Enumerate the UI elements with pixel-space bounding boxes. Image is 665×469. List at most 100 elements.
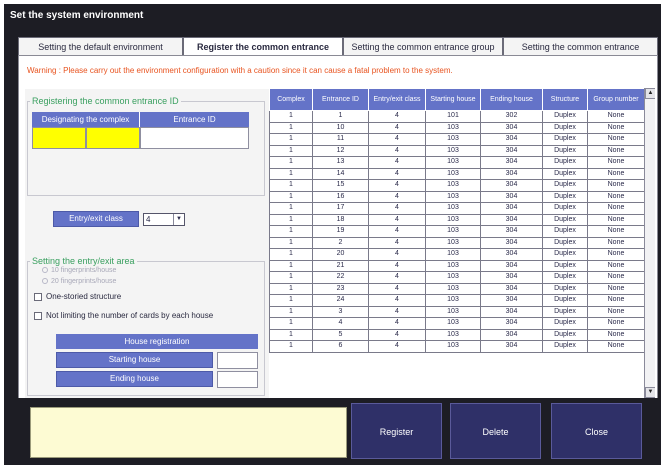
table-cell: None	[587, 248, 645, 261]
column-header-complex[interactable]: Complex	[269, 88, 313, 111]
table-row[interactable]: 1 22 4 103 304 Duplex None	[269, 271, 645, 284]
table-cell: 15	[312, 179, 369, 192]
table-cell: 1	[269, 168, 313, 180]
table-row[interactable]: 1 13 4 103 304 Duplex None	[269, 156, 645, 169]
table-row[interactable]: 1 3 4 103 304 Duplex None	[269, 306, 645, 318]
delete-button[interactable]: Delete	[450, 403, 541, 459]
table-cell: 103	[425, 133, 481, 146]
table-cell: None	[587, 133, 645, 146]
table-row[interactable]: 1 2 4 103 304 Duplex None	[269, 237, 645, 249]
table-cell: 24	[312, 294, 369, 307]
close-button[interactable]: Close	[551, 403, 642, 459]
table-row[interactable]: 1 24 4 103 304 Duplex None	[269, 294, 645, 307]
table-cell: None	[587, 283, 645, 295]
table-cell: 103	[425, 156, 481, 169]
entry-exit-class-select[interactable]: 4 ▼	[143, 213, 185, 226]
not-limiting-cards-checkbox[interactable]: Not limiting the number of cards by each…	[34, 311, 213, 320]
table-cell: 103	[425, 225, 481, 238]
one-storied-checkbox[interactable]: One-storied structure	[34, 292, 121, 301]
table-row[interactable]: 1 18 4 103 304 Duplex None	[269, 214, 645, 226]
table-cell: 304	[480, 133, 543, 146]
table-row[interactable]: 1 10 4 103 304 Duplex None	[269, 122, 645, 134]
table-row[interactable]: 1 14 4 103 304 Duplex None	[269, 168, 645, 180]
table-cell: None	[587, 329, 645, 341]
table-cell: 304	[480, 237, 543, 249]
table-cell: 4	[368, 340, 426, 353]
column-header-group-number[interactable]: Group number	[587, 88, 645, 111]
tab-common-entrance-group[interactable]: Setting the common entrance group	[343, 37, 503, 56]
table-cell: Duplex	[542, 294, 588, 307]
tab-default-environment[interactable]: Setting the default environment	[18, 37, 183, 56]
starting-house-input[interactable]	[217, 352, 258, 369]
table-cell: 4	[368, 329, 426, 341]
column-header-starting-house[interactable]: Starting house	[425, 88, 481, 111]
arrow-down-icon[interactable]: ▼	[645, 387, 655, 398]
entrance-id-input[interactable]	[140, 127, 249, 149]
table-cell: 1	[269, 179, 313, 192]
column-header-structure[interactable]: Structure	[542, 88, 588, 111]
radio-10-fingerprints[interactable]: 10 fingerprints/house	[42, 267, 116, 274]
ending-house-input[interactable]	[217, 371, 258, 388]
table-cell: 1	[269, 271, 313, 284]
entry-exit-class-button[interactable]: Entry/exit class	[53, 211, 139, 227]
chevron-down-icon[interactable]: ▼	[173, 214, 184, 225]
arrow-up-icon[interactable]: ▲	[645, 88, 655, 99]
table-cell: 22	[312, 271, 369, 284]
table-row[interactable]: 1 21 4 103 304 Duplex None	[269, 260, 645, 272]
column-header-entrance-id[interactable]: Entrance ID	[312, 88, 369, 111]
table-cell: 4	[368, 202, 426, 215]
table-cell: 14	[312, 168, 369, 180]
table-cell: Duplex	[542, 237, 588, 249]
table-cell: 17	[312, 202, 369, 215]
table-cell: 5	[312, 329, 369, 341]
tab-register-common-entrance[interactable]: Register the common entrance	[183, 37, 343, 57]
table-cell: 103	[425, 145, 481, 157]
table-row[interactable]: 1 12 4 103 304 Duplex None	[269, 145, 645, 157]
table-row[interactable]: 1 15 4 103 304 Duplex None	[269, 179, 645, 192]
table-cell: 4	[368, 225, 426, 238]
table-cell: 103	[425, 306, 481, 318]
table-cell: 1	[269, 225, 313, 238]
table-row[interactable]: 1 17 4 103 304 Duplex None	[269, 202, 645, 215]
table-cell: None	[587, 168, 645, 180]
complex-input-secondary[interactable]	[86, 127, 140, 149]
table-row[interactable]: 1 6 4 103 304 Duplex None	[269, 340, 645, 353]
table-cell: None	[587, 110, 645, 123]
radio-20-fingerprints[interactable]: 20 fingerprints/house	[42, 278, 116, 285]
register-id-group: Registering the common entrance ID Desig…	[27, 96, 265, 196]
table-cell: 103	[425, 283, 481, 295]
tab-setting-common-entrance[interactable]: Setting the common entrance	[503, 37, 658, 56]
table-row[interactable]: 1 11 4 103 304 Duplex None	[269, 133, 645, 146]
table-cell: 1	[269, 110, 313, 123]
radio-icon	[42, 267, 48, 274]
column-header-entry-exit-class[interactable]: Entry/exit class	[368, 88, 426, 111]
radio-20-label: 20 fingerprints/house	[51, 278, 117, 285]
column-header-ending-house[interactable]: Ending house	[480, 88, 543, 111]
table-cell: 304	[480, 145, 543, 157]
table-cell: None	[587, 260, 645, 272]
table-scrollbar[interactable]: ▲ ▼	[644, 88, 655, 398]
tab-bar: Setting the default environment Register…	[18, 37, 658, 57]
table-cell: 1	[269, 340, 313, 353]
table-cell: 19	[312, 225, 369, 238]
complex-input[interactable]	[32, 127, 86, 149]
table-cell: 1	[269, 306, 313, 318]
table-row[interactable]: 1 19 4 103 304 Duplex None	[269, 225, 645, 238]
table-cell: 304	[480, 306, 543, 318]
table-cell: 18	[312, 214, 369, 226]
register-button[interactable]: Register	[351, 403, 442, 459]
table-cell: 103	[425, 179, 481, 192]
table-cell: 13	[312, 156, 369, 169]
table-row[interactable]: 1 23 4 103 304 Duplex None	[269, 283, 645, 295]
table-cell: 1	[269, 156, 313, 169]
table-cell: 4	[368, 191, 426, 203]
table-row[interactable]: 1 1 4 101 302 Duplex None	[269, 110, 645, 123]
app-window: Set the system environment Setting the d…	[4, 4, 661, 465]
table-cell: 2	[312, 237, 369, 249]
table-row[interactable]: 1 5 4 103 304 Duplex None	[269, 329, 645, 341]
table-cell: 304	[480, 260, 543, 272]
table-row[interactable]: 1 16 4 103 304 Duplex None	[269, 191, 645, 203]
table-row[interactable]: 1 20 4 103 304 Duplex None	[269, 248, 645, 261]
table-cell: 304	[480, 283, 543, 295]
table-row[interactable]: 1 4 4 103 304 Duplex None	[269, 317, 645, 330]
